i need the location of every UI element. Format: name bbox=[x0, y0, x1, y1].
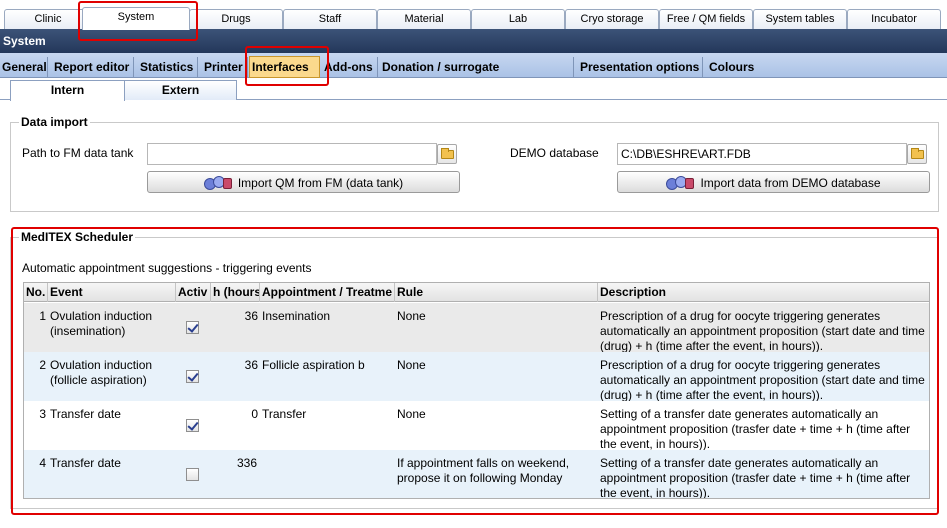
subtab-general[interactable]: General bbox=[0, 57, 48, 77]
table-row[interactable]: 4 Transfer date 336 If appointment falls… bbox=[24, 450, 929, 499]
col-rule[interactable]: Rule bbox=[395, 283, 598, 302]
demo-browse-button[interactable] bbox=[907, 144, 927, 164]
import-users-icon bbox=[203, 175, 234, 190]
cell-rule: None bbox=[397, 358, 426, 372]
subtab-add-ons[interactable]: Add-ons bbox=[322, 57, 378, 77]
cell-event: Transfer date bbox=[50, 456, 121, 470]
import-qm-label: Import QM from FM (data tank) bbox=[237, 175, 404, 190]
subtab-colours[interactable]: Colours bbox=[707, 57, 755, 77]
folder-icon bbox=[441, 148, 454, 159]
table-row[interactable]: 3 Transfer date 0 Transfer None Setting … bbox=[24, 401, 929, 451]
col-hours[interactable]: h (hours bbox=[211, 283, 260, 302]
tab-intern[interactable]: Intern bbox=[10, 80, 125, 101]
table-row[interactable]: 1 Ovulation induction (insemination) 36 … bbox=[24, 303, 929, 353]
data-import-group: Data import bbox=[10, 115, 939, 212]
subtab-interfaces[interactable]: Interfaces bbox=[249, 56, 320, 78]
cell-appointment: Transfer bbox=[262, 407, 307, 421]
inner-tab-bar: Intern Extern bbox=[0, 78, 947, 101]
tab-drugs[interactable]: Drugs bbox=[189, 9, 283, 29]
tab-clinic[interactable]: Clinic bbox=[4, 9, 92, 29]
import-users-icon bbox=[666, 175, 696, 190]
active-checkbox[interactable] bbox=[186, 370, 199, 383]
folder-icon bbox=[911, 148, 924, 159]
tab-free-qm-fields[interactable]: Free / QM fields bbox=[659, 9, 753, 29]
cell-event: Ovulation induction (insemination) bbox=[50, 309, 153, 338]
scheduler-table: No. Event Activ h (hours Appointment / T… bbox=[23, 282, 930, 499]
import-demo-label: Import data from DEMO database bbox=[700, 175, 881, 190]
col-active[interactable]: Activ bbox=[176, 283, 211, 302]
cell-event: Ovulation induction (follicle aspiration… bbox=[50, 358, 153, 387]
tab-incubator[interactable]: Incubator bbox=[847, 9, 941, 29]
cell-appointment: Follicle aspiration b bbox=[262, 358, 365, 372]
scheduler-title: MedITEX Scheduler bbox=[19, 230, 136, 244]
cell-description: Setting of a transfer date generates aut… bbox=[600, 407, 911, 451]
subtab-printer[interactable]: Printer bbox=[202, 57, 248, 77]
cell-no: 4 bbox=[39, 456, 46, 470]
fm-browse-button[interactable] bbox=[437, 144, 457, 164]
section-title-bar: System bbox=[0, 29, 947, 53]
active-checkbox[interactable] bbox=[186, 419, 199, 432]
table-row[interactable]: 2 Ovulation induction (follicle aspirati… bbox=[24, 352, 929, 402]
tab-extern[interactable]: Extern bbox=[124, 80, 237, 100]
subtab-report-editor[interactable]: Report editor bbox=[52, 57, 134, 77]
cell-event: Transfer date bbox=[50, 407, 121, 421]
tab-lab[interactable]: Lab bbox=[471, 9, 565, 29]
section-title: System bbox=[3, 34, 46, 48]
data-import-title: Data import bbox=[19, 115, 90, 129]
cell-hours: 0 bbox=[251, 407, 258, 421]
cell-no: 3 bbox=[39, 407, 46, 421]
col-event[interactable]: Event bbox=[48, 283, 176, 302]
col-appointment[interactable]: Appointment / Treatme bbox=[260, 283, 395, 302]
cell-hours: 36 bbox=[244, 309, 258, 323]
cell-rule: If appointment falls on weekend, propose… bbox=[397, 456, 570, 485]
tab-cryo-storage[interactable]: Cryo storage bbox=[565, 9, 659, 29]
cell-description: Prescription of a drug for oocyte trigge… bbox=[600, 358, 925, 402]
cell-description: Prescription of a drug for oocyte trigge… bbox=[600, 309, 925, 353]
subtab-statistics[interactable]: Statistics bbox=[138, 57, 198, 77]
cell-rule: None bbox=[397, 309, 426, 323]
subtab-donation-surrogate[interactable]: Donation / surrogate motherhood bbox=[380, 57, 574, 94]
sub-tab-bar: General Report editor Statistics Printer… bbox=[0, 53, 947, 94]
tab-system[interactable]: System bbox=[82, 7, 190, 30]
top-tab-bar: Clinic System Drugs Staff Material Lab C… bbox=[0, 0, 947, 30]
fm-path-input[interactable] bbox=[147, 143, 437, 165]
tab-staff[interactable]: Staff bbox=[283, 9, 377, 29]
tab-system-tables[interactable]: System tables bbox=[753, 9, 847, 29]
demo-db-label: DEMO database bbox=[510, 146, 599, 160]
cell-no: 1 bbox=[39, 309, 46, 323]
cell-hours: 336 bbox=[237, 456, 258, 470]
active-checkbox[interactable] bbox=[186, 468, 199, 481]
col-description[interactable]: Description bbox=[598, 283, 929, 302]
subtab-presentation-options[interactable]: Presentation options bbox=[578, 57, 703, 77]
table-header: No. Event Activ h (hours Appointment / T… bbox=[24, 283, 929, 302]
cell-appointment: Insemination bbox=[262, 309, 331, 323]
cell-rule: None bbox=[397, 407, 426, 421]
import-demo-button[interactable]: Import data from DEMO database bbox=[617, 171, 930, 193]
import-qm-button[interactable]: Import QM from FM (data tank) bbox=[147, 171, 460, 193]
fm-path-label: Path to FM data tank bbox=[22, 146, 134, 160]
cell-description: Setting of a transfer date generates aut… bbox=[600, 456, 911, 499]
cell-hours: 36 bbox=[244, 358, 258, 372]
app-window: Clinic System Drugs Staff Material Lab C… bbox=[0, 0, 947, 528]
scheduler-subtitle: Automatic appointment suggestions - trig… bbox=[22, 261, 312, 275]
cell-no: 2 bbox=[39, 358, 46, 372]
active-checkbox[interactable] bbox=[186, 321, 199, 334]
col-no[interactable]: No. bbox=[24, 283, 48, 302]
tab-material[interactable]: Material bbox=[377, 9, 471, 29]
demo-db-input[interactable]: C:\DB\ESHRE\ART.FDB bbox=[617, 143, 907, 165]
